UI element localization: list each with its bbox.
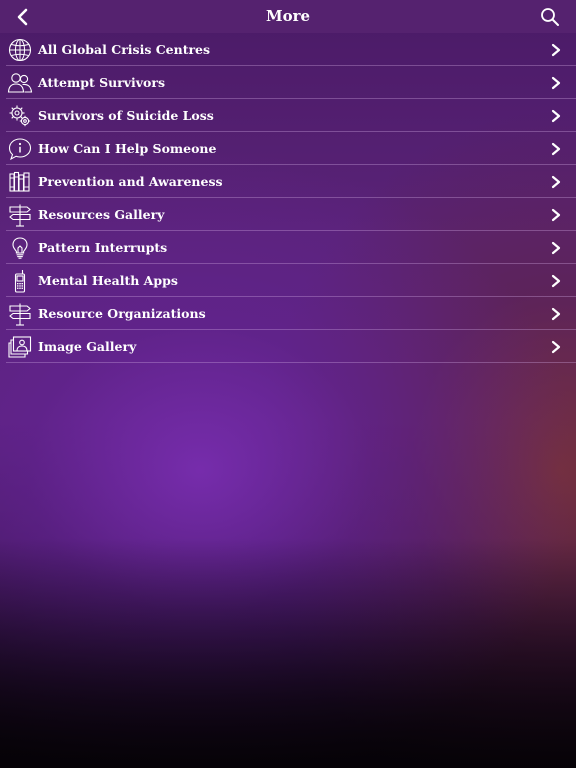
menu-item-pattern-interrupts[interactable]: Pattern Interrupts	[0, 231, 576, 264]
people-icon	[7, 70, 33, 96]
signpost-icon	[7, 202, 33, 228]
menu-item-prevention-and-awareness[interactable]: Prevention and Awareness	[0, 165, 576, 198]
menu-item-label: Attempt Survivors	[38, 75, 166, 90]
chevron-right-icon	[551, 274, 561, 288]
books-icon	[7, 169, 33, 195]
page-title: More	[265, 7, 311, 25]
phone-icon	[7, 268, 33, 294]
menu-item-label: How Can I Help Someone	[38, 141, 217, 156]
chevron-right-icon	[551, 175, 561, 189]
menu-item-global-crisis-centres[interactable]: All Global Crisis Centres	[0, 33, 576, 66]
menu-item-label: All Global Crisis Centres	[38, 42, 211, 57]
chevron-right-icon	[551, 340, 561, 354]
menu-list: All Global Crisis Centres Attempt Surviv…	[0, 33, 576, 363]
background-fade	[0, 538, 576, 768]
globe-icon	[7, 37, 33, 63]
menu-item-label: Resources Gallery	[38, 207, 165, 222]
chevron-right-icon	[551, 76, 561, 90]
menu-item-label: Survivors of Suicide Loss	[38, 108, 214, 123]
chevron-right-icon	[551, 142, 561, 156]
signpost-icon	[7, 301, 33, 327]
chevron-right-icon	[551, 109, 561, 123]
menu-item-label: Mental Health Apps	[38, 273, 178, 288]
chevron-right-icon	[551, 241, 561, 255]
menu-item-label: Prevention and Awareness	[38, 174, 223, 189]
menu-item-mental-health-apps[interactable]: Mental Health Apps	[0, 264, 576, 297]
photos-icon	[7, 334, 33, 360]
menu-item-label: Resource Organizations	[38, 306, 206, 321]
menu-item-survivors-of-suicide-loss[interactable]: Survivors of Suicide Loss	[0, 99, 576, 132]
menu-item-resources-gallery[interactable]: Resources Gallery	[0, 198, 576, 231]
gears-icon	[7, 103, 33, 129]
chevron-right-icon	[551, 307, 561, 321]
info-bubble-icon	[7, 136, 33, 162]
menu-item-label: Image Gallery	[38, 339, 137, 354]
search-icon	[541, 8, 559, 26]
lightbulb-icon	[7, 235, 33, 261]
menu-item-attempt-survivors[interactable]: Attempt Survivors	[0, 66, 576, 99]
menu-item-how-can-i-help-someone[interactable]: How Can I Help Someone	[0, 132, 576, 165]
nav-bar: More	[0, 0, 576, 33]
screen: More All Global Crisis Centres Attempt S…	[0, 0, 576, 768]
chevron-right-icon	[551, 43, 561, 57]
chevron-right-icon	[551, 208, 561, 222]
menu-item-resource-organizations[interactable]: Resource Organizations	[0, 297, 576, 330]
menu-item-image-gallery[interactable]: Image Gallery	[0, 330, 576, 363]
menu-item-label: Pattern Interrupts	[38, 240, 168, 255]
search-button[interactable]	[538, 5, 562, 29]
